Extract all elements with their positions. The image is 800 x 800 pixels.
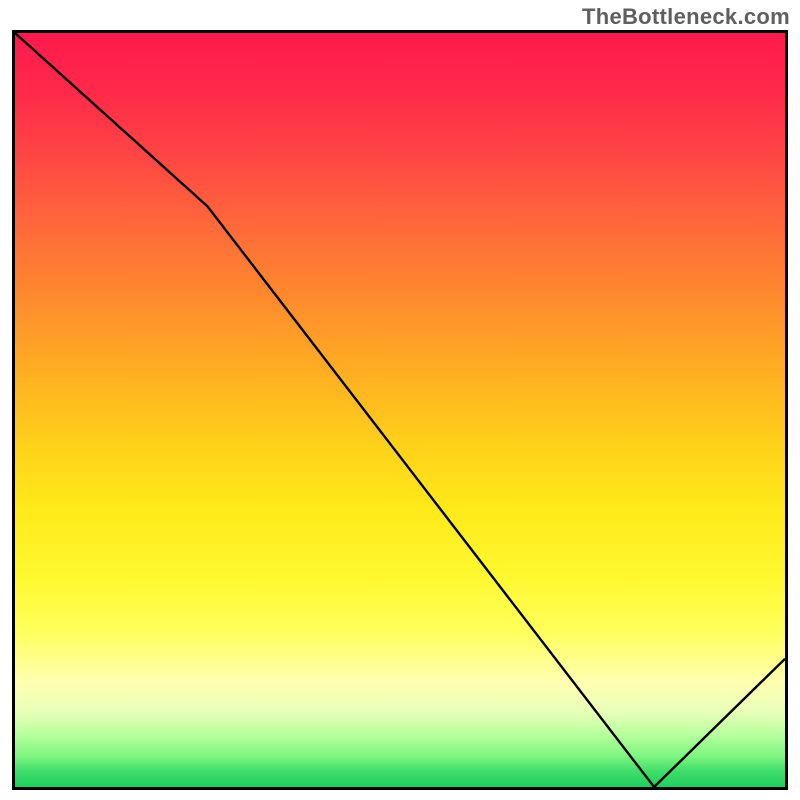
chart-stage: TheBottleneck.com: [0, 0, 800, 800]
attribution-label: TheBottleneck.com: [582, 4, 790, 30]
curve-svg: [15, 33, 785, 787]
bottleneck-curve: [15, 33, 785, 787]
plot-area: [12, 30, 788, 790]
